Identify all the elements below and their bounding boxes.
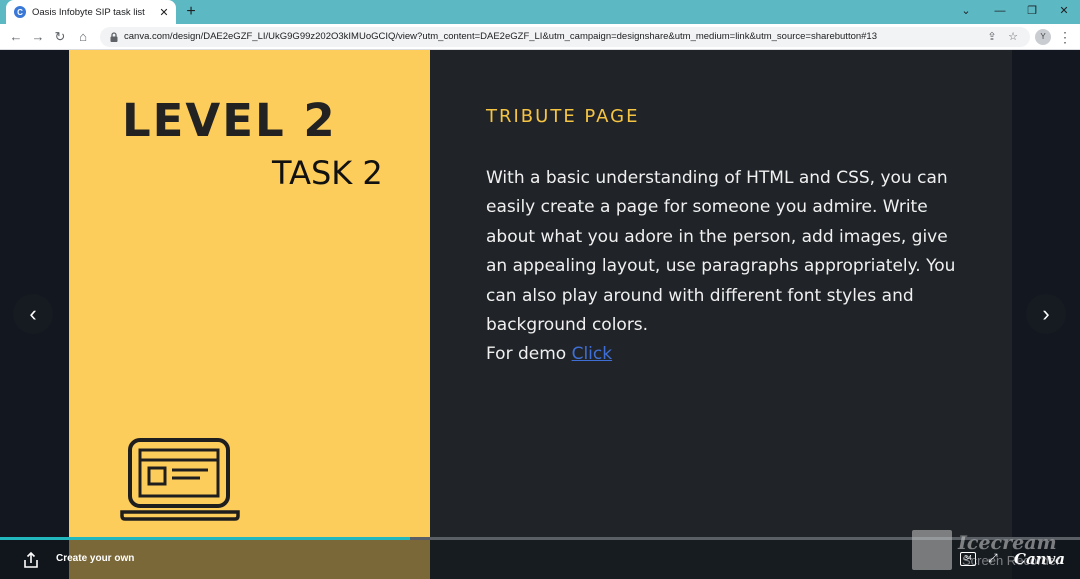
slide-heading: TRIBUTE PAGE (486, 106, 640, 127)
laptop-icon (120, 438, 240, 521)
demo-link[interactable]: Click (572, 344, 613, 364)
home-icon[interactable]: ⌂ (73, 27, 93, 47)
prev-slide-icon[interactable]: ‹ (13, 294, 53, 334)
slide-body-text: With a basic understanding of HTML and C… (486, 168, 956, 336)
profile-avatar[interactable]: Y (1035, 29, 1051, 45)
bookmark-star-icon[interactable]: ☆ (1005, 29, 1021, 45)
task-title: TASK 2 (272, 154, 383, 192)
share-page-icon[interactable]: ⇪ (984, 29, 1000, 45)
menu-dots-icon[interactable]: ⋮ (1058, 27, 1072, 47)
back-arrow-icon[interactable]: ← (6, 27, 26, 47)
window-close-button[interactable]: ✕ (1049, 0, 1079, 24)
browser-tab[interactable]: C Oasis Infobyte SIP task list ✕ (6, 0, 176, 24)
slide-body: With a basic understanding of HTML and C… (486, 164, 966, 370)
canva-favicon-icon: C (14, 6, 26, 18)
recorder-watermark-subtitle: Screen Recorder (962, 553, 1061, 568)
tab-title: Oasis Infobyte SIP task list (32, 6, 145, 18)
close-icon[interactable]: ✕ (158, 6, 170, 19)
browser-toolbar: ← → ↻ ⌂ canva.com/design/DAE2eGZF_LI/UkG… (0, 24, 1080, 50)
demo-prefix: For demo (486, 344, 567, 365)
address-bar[interactable]: canva.com/design/DAE2eGZF_LI/UkG9G99z202… (100, 27, 1030, 47)
next-slide-icon[interactable]: › (1026, 294, 1066, 334)
forward-arrow-icon[interactable]: → (28, 27, 48, 47)
share-icon[interactable] (22, 551, 40, 569)
browser-tab-bar: C Oasis Infobyte SIP task list ✕ + ⌄ — ❐… (0, 0, 1080, 24)
new-tab-button[interactable]: + (182, 2, 200, 22)
create-your-own-button[interactable]: Create your own (56, 553, 134, 564)
maximize-button[interactable]: ❐ (1017, 0, 1047, 24)
recorder-watermark-icon (912, 530, 952, 570)
url-text[interactable]: canva.com/design/DAE2eGZF_LI/UkG9G99z202… (124, 27, 877, 47)
reload-icon[interactable]: ↻ (50, 27, 70, 47)
minimize-button[interactable]: — (985, 0, 1015, 24)
recorder-watermark-title: Icecream (958, 532, 1057, 554)
lock-icon (110, 32, 118, 42)
presentation-stage: LEVEL 2 TASK 2 TRIBUTE PAGE With a basic… (0, 50, 1080, 579)
chevron-down-icon[interactable]: ⌄ (951, 0, 981, 24)
level-title: LEVEL 2 (122, 94, 337, 147)
